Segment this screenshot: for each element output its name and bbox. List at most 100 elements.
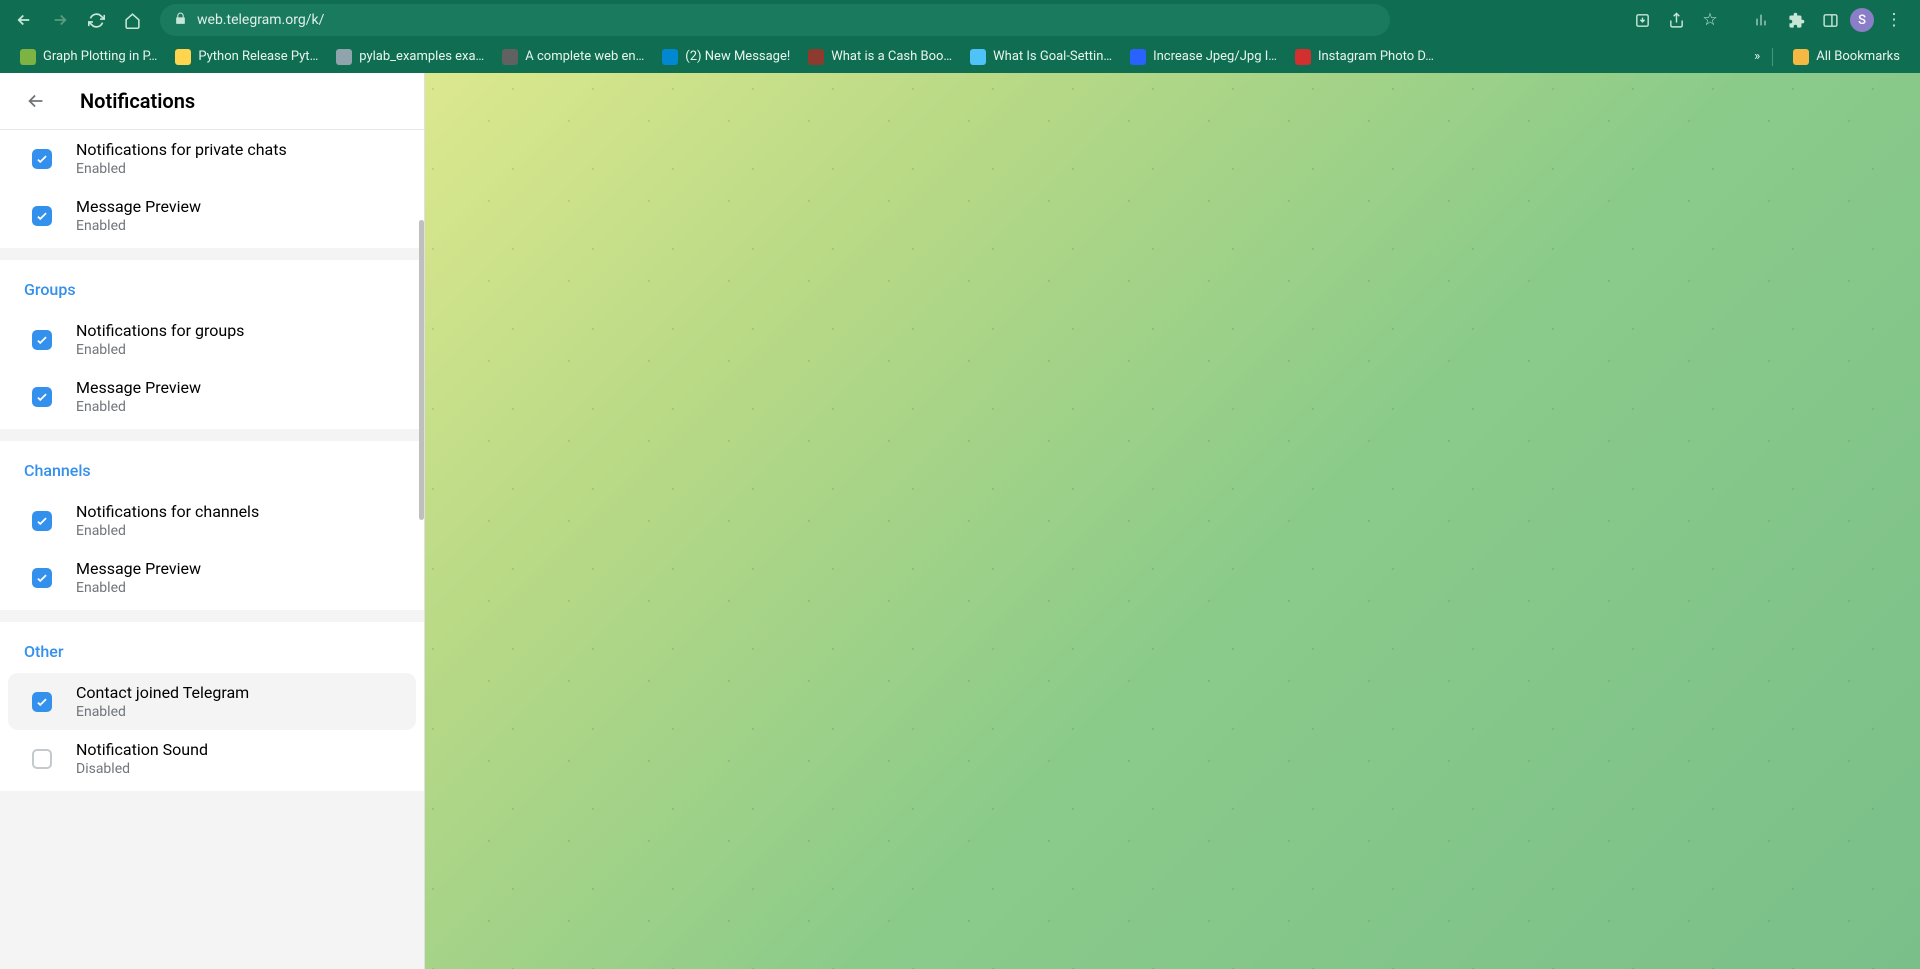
bookmark-star-icon[interactable]: ☆ [1696, 6, 1724, 34]
favicon-icon [1130, 49, 1146, 65]
setting-label: Notifications for private chats [76, 140, 287, 159]
setting-text: Notifications for channelsEnabled [76, 502, 259, 539]
setting-row[interactable]: Notifications for channelsEnabled [8, 492, 416, 549]
browser-toolbar: web.telegram.org/k/ ☆ S ⋮ [0, 0, 1920, 40]
bookmark-item[interactable]: What Is Goal-Settin… [962, 45, 1120, 69]
setting-label: Message Preview [76, 378, 201, 397]
extensions-icon[interactable] [1782, 6, 1810, 34]
favicon-icon [970, 49, 986, 65]
checkbox[interactable] [32, 387, 52, 407]
scrollbar[interactable] [419, 220, 424, 520]
favicon-icon [502, 49, 518, 65]
install-app-icon[interactable] [1628, 6, 1656, 34]
checkbox[interactable] [32, 149, 52, 169]
setting-text: Message Preview Enabled [76, 197, 201, 234]
folder-icon [1793, 49, 1809, 65]
setting-text: Notification Sound Disabled [76, 740, 208, 777]
checkbox[interactable] [32, 330, 52, 350]
setting-status: Enabled [76, 580, 201, 596]
section-header: Groups [0, 268, 424, 311]
bookmark-label: A complete web en… [525, 49, 644, 64]
setting-status: Enabled [76, 342, 244, 358]
setting-row[interactable]: Message Preview Enabled [8, 187, 416, 244]
favicon-icon [175, 49, 191, 65]
bookmark-item[interactable]: Increase Jpeg/Jpg I… [1122, 45, 1285, 69]
setting-row[interactable]: Notifications for private chats Enabled [8, 130, 416, 187]
kebab-menu-icon[interactable]: ⋮ [1880, 6, 1908, 34]
favicon-icon [808, 49, 824, 65]
bookmark-label: Increase Jpeg/Jpg I… [1153, 49, 1277, 64]
bookmark-item[interactable]: Instagram Photo D… [1287, 45, 1442, 69]
bookmark-label: Instagram Photo D… [1318, 49, 1434, 64]
app: Notifications Notifications for private … [0, 73, 1920, 969]
bookmark-item[interactable]: pylab_examples exa… [328, 45, 492, 69]
bookmark-label: Graph Plotting in P… [43, 49, 157, 64]
bookmark-label: What Is Goal-Settin… [993, 49, 1112, 64]
setting-label: Message Preview [76, 559, 201, 578]
setting-status: Enabled [76, 218, 201, 234]
share-icon[interactable] [1662, 6, 1690, 34]
setting-row[interactable]: Message Preview Enabled [8, 368, 416, 425]
bookmark-label: Python Release Pyt… [198, 49, 318, 64]
setting-row[interactable]: Contact joined TelegramEnabled [8, 673, 416, 730]
setting-row[interactable]: Message Preview Enabled [8, 549, 416, 606]
setting-status: Disabled [76, 761, 208, 777]
checkbox[interactable] [32, 206, 52, 226]
settings-section: Notifications for private chatsEnabledMe… [0, 130, 424, 248]
sidebar-content[interactable]: Notifications for private chatsEnabledMe… [0, 130, 424, 969]
bookmark-label: What is a Cash Boo… [831, 49, 952, 64]
browser-reload-button[interactable] [80, 4, 112, 36]
checkbox[interactable] [32, 511, 52, 531]
extension-stats-icon[interactable] [1748, 6, 1776, 34]
bookmark-item[interactable]: A complete web en… [494, 45, 652, 69]
setting-label: Notifications for groups [76, 321, 244, 340]
settings-sidebar: Notifications Notifications for private … [0, 73, 425, 969]
toolbar-right: ☆ S ⋮ [1628, 6, 1912, 34]
setting-text: Notifications for groups Enabled [76, 321, 244, 358]
setting-text: Contact joined TelegramEnabled [76, 683, 249, 720]
setting-status: Enabled [76, 523, 259, 539]
all-bookmarks[interactable]: All Bookmarks [1785, 45, 1908, 69]
setting-status: Enabled [76, 161, 287, 177]
divider [1772, 48, 1773, 66]
side-panel-icon[interactable] [1816, 6, 1844, 34]
favicon-icon [1295, 49, 1311, 65]
bookmark-item[interactable]: Python Release Pyt… [167, 45, 326, 69]
bookmark-item[interactable]: (2) New Message! [654, 45, 798, 69]
setting-label: Message Preview [76, 197, 201, 216]
profile-avatar[interactable]: S [1850, 8, 1874, 32]
checkbox[interactable] [32, 568, 52, 588]
browser-forward-button[interactable] [44, 4, 76, 36]
page-title: Notifications [80, 89, 195, 113]
lock-icon [174, 12, 187, 29]
bookmark-item[interactable]: Graph Plotting in P… [12, 45, 165, 69]
favicon-icon [662, 49, 678, 65]
setting-text: Message Preview Enabled [76, 378, 201, 415]
bookmarks-overflow[interactable]: » [1754, 49, 1760, 64]
settings-section: Other Contact joined TelegramEnabled Notif… [0, 622, 424, 791]
setting-row[interactable]: Notification Sound Disabled [8, 730, 416, 787]
bookmarks-bar: Graph Plotting in P… Python Release Pyt… p… [0, 40, 1920, 73]
browser-chrome: web.telegram.org/k/ ☆ S ⋮ [0, 0, 1920, 73]
setting-status: Enabled [76, 399, 201, 415]
browser-back-button[interactable] [8, 4, 40, 36]
section-header: Channels [0, 449, 424, 492]
setting-text: Notifications for private chats Enabled [76, 140, 287, 177]
section-header: Other [0, 630, 424, 673]
back-button[interactable] [16, 81, 56, 121]
settings-section: GroupsNotifications for groupsEnabledMes… [0, 260, 424, 429]
setting-text: Message Preview Enabled [76, 559, 201, 596]
url-text: web.telegram.org/k/ [197, 12, 324, 28]
setting-label: Notification Sound [76, 740, 208, 759]
setting-row[interactable]: Notifications for groups Enabled [8, 311, 416, 368]
address-bar[interactable]: web.telegram.org/k/ [160, 4, 1390, 36]
browser-home-button[interactable] [116, 4, 148, 36]
bookmark-item[interactable]: What is a Cash Boo… [800, 45, 960, 69]
settings-section: Channels Notifications for channelsEnable… [0, 441, 424, 610]
favicon-icon [20, 49, 36, 65]
bookmark-label: (2) New Message! [685, 49, 790, 64]
checkbox[interactable] [32, 692, 52, 712]
setting-label: Contact joined Telegram [76, 683, 249, 702]
checkbox[interactable] [32, 749, 52, 769]
sidebar-header: Notifications [0, 73, 424, 130]
